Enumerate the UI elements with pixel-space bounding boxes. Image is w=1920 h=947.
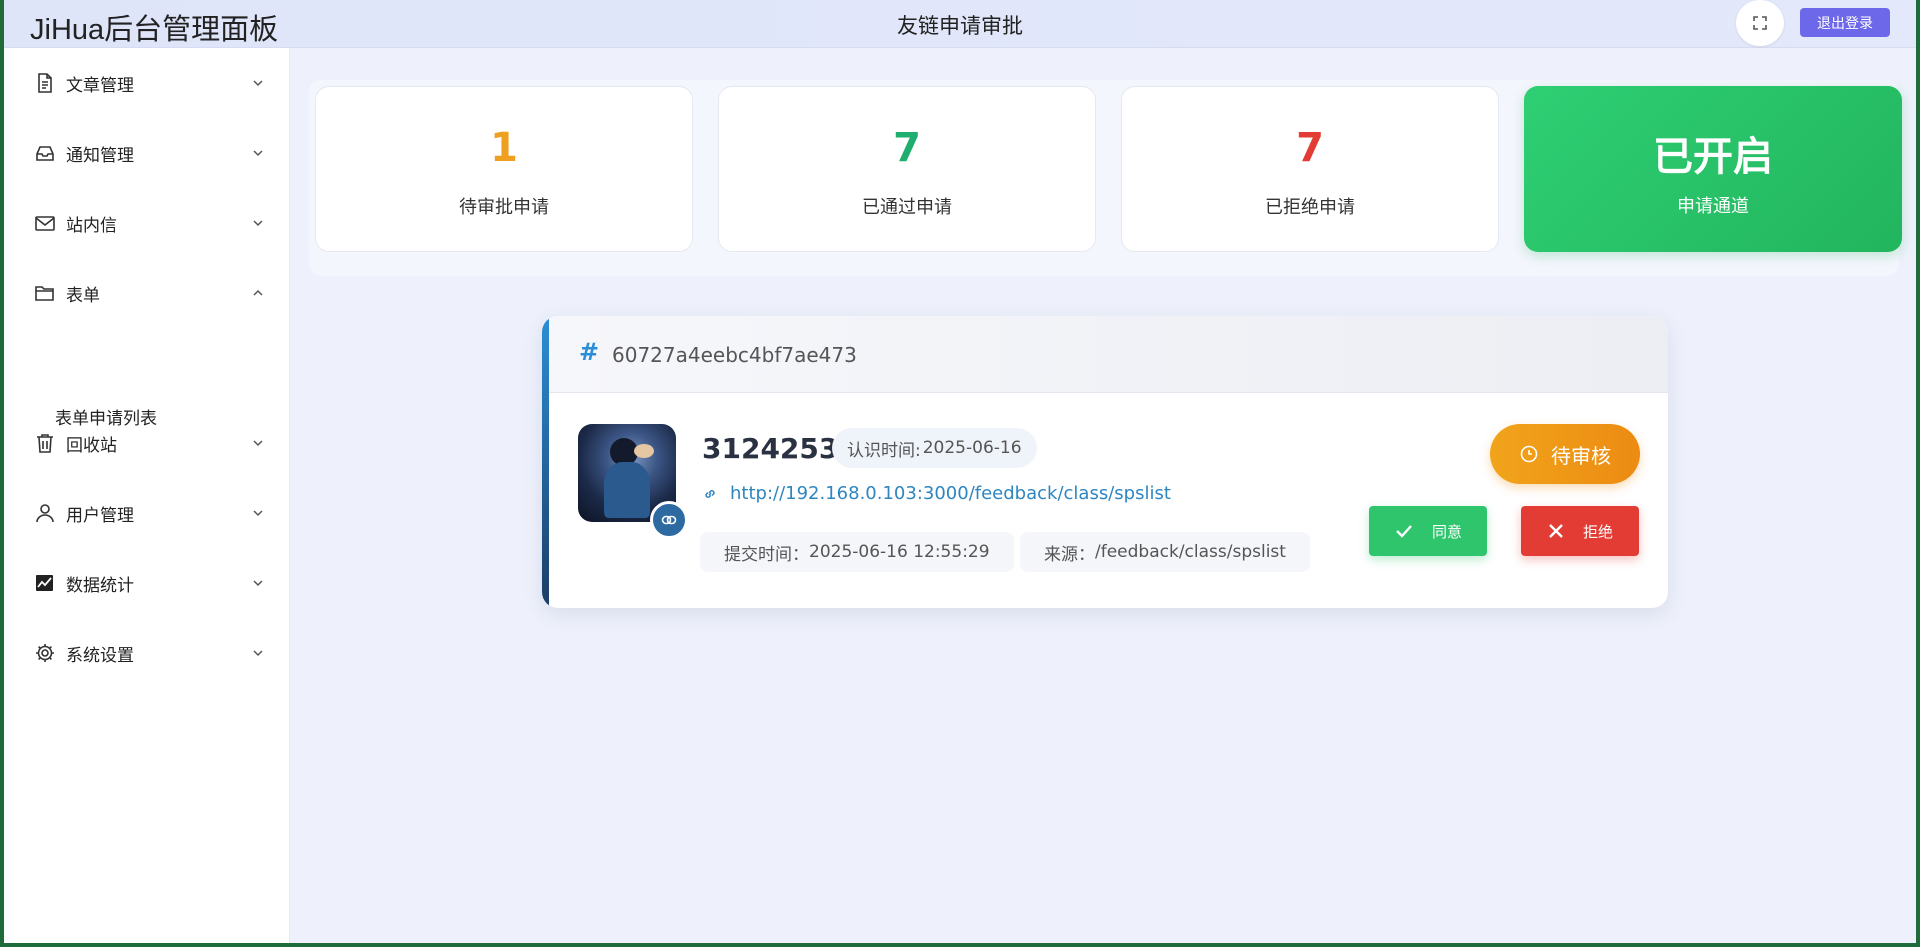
request-card: # 60727a4eebc4bf7ae473 3124253 认识时间: 202… xyxy=(542,316,1668,608)
stat-label: 申请通道 xyxy=(1677,196,1749,217)
site-url: http://192.168.0.103:3000/feedback/class… xyxy=(730,483,1171,504)
known-date-badge: 认识时间: 2025-06-16 xyxy=(832,428,1037,468)
known-date-value: 2025-06-16 xyxy=(922,438,1022,458)
status-label: 待审核 xyxy=(1551,443,1611,468)
sidebar: 文章管理 通知管理 站内信 表单 表单申请列表 回收站 用户管理 数据统计 系统… xyxy=(4,48,290,943)
stat-card-rejected: 7 已拒绝申请 xyxy=(1121,86,1499,252)
stat-card-approved: 7 已通过申请 xyxy=(718,86,1096,252)
check-icon xyxy=(1396,525,1412,538)
chevron-down-icon xyxy=(253,440,263,447)
sidebar-item-label: 通知管理 xyxy=(66,145,134,166)
sidebar-item-settings[interactable]: 系统设置 xyxy=(4,630,290,676)
chevron-down-icon xyxy=(253,80,263,87)
mail-icon xyxy=(35,216,55,231)
sidebar-item-recycle-bin[interactable]: 回收站 xyxy=(4,420,290,466)
chevron-down-icon xyxy=(253,150,263,157)
approve-label: 同意 xyxy=(1431,522,1462,541)
request-card-header: # 60727a4eebc4bf7ae473 xyxy=(549,316,1668,393)
sidebar-item-label: 站内信 xyxy=(66,215,117,236)
inbox-icon xyxy=(36,146,54,161)
user-icon xyxy=(36,504,54,523)
chevron-down-icon xyxy=(253,510,263,517)
folder-icon xyxy=(35,286,54,301)
sidebar-item-messages[interactable]: 站内信 xyxy=(4,200,290,246)
sidebar-item-users[interactable]: 用户管理 xyxy=(4,490,290,536)
sidebar-item-label: 系统设置 xyxy=(66,645,134,666)
sidebar-item-label: 数据统计 xyxy=(66,575,134,596)
clock-icon xyxy=(1520,445,1538,463)
app-window: JiHua后台管理面板 友链申请审批 退出登录 文章管理 通知管理 站内信 表单… xyxy=(4,0,1916,943)
sidebar-item-articles[interactable]: 文章管理 xyxy=(4,60,290,106)
status-pending-badge: 待审核 xyxy=(1490,424,1640,484)
stat-label: 已通过申请 xyxy=(862,197,952,218)
hash-icon: # xyxy=(579,338,600,366)
stat-label: 待审批申请 xyxy=(459,197,549,218)
trash-icon xyxy=(37,434,53,453)
source-label: 来源： xyxy=(1044,544,1095,565)
top-header: JiHua后台管理面板 友链申请审批 退出登录 xyxy=(4,0,1916,48)
chevron-up-icon xyxy=(253,289,263,296)
chevron-down-icon xyxy=(253,650,263,657)
request-id: 60727a4eebc4bf7ae473 xyxy=(612,343,857,367)
stats-panel: 1 待审批申请 7 已通过申请 7 已拒绝申请 已开启 申请通道 xyxy=(309,80,1902,276)
fullscreen-icon xyxy=(1753,16,1767,30)
link-icon xyxy=(661,515,677,525)
stat-value: 7 xyxy=(893,125,921,171)
sidebar-item-label: 用户管理 xyxy=(66,505,134,526)
reject-button[interactable]: 拒绝 xyxy=(1521,506,1639,556)
sidebar-item-forms[interactable]: 表单 xyxy=(4,270,290,316)
stat-value: 已开启 xyxy=(1653,134,1773,180)
chevron-down-icon xyxy=(253,580,263,587)
fullscreen-button[interactable] xyxy=(1736,0,1784,46)
sidebar-item-label: 回收站 xyxy=(66,435,117,456)
logout-button[interactable]: 退出登录 xyxy=(1800,8,1890,37)
stat-label: 已拒绝申请 xyxy=(1265,197,1355,218)
link-badge xyxy=(650,501,688,539)
link-icon xyxy=(705,489,715,498)
known-date-label: 认识时间: xyxy=(847,440,921,461)
stat-value: 1 xyxy=(490,125,518,171)
close-icon xyxy=(1549,524,1563,538)
reject-label: 拒绝 xyxy=(1582,522,1613,541)
sidebar-item-label: 文章管理 xyxy=(66,75,134,96)
submit-time-value: 2025-06-16 12:55:29 xyxy=(809,542,990,562)
gear-icon xyxy=(36,644,54,662)
source-value: /feedback/class/spslist xyxy=(1095,542,1286,562)
approve-button[interactable]: 同意 xyxy=(1369,506,1487,556)
sidebar-item-label: 表单 xyxy=(66,285,100,306)
stat-value: 7 xyxy=(1296,125,1324,171)
submit-time-chip: 提交时间： 2025-06-16 12:55:29 xyxy=(700,532,1014,572)
card-accent-bar xyxy=(542,316,549,608)
chart-icon xyxy=(36,575,53,591)
sidebar-item-statistics[interactable]: 数据统计 xyxy=(4,560,290,606)
source-chip: 来源： /feedback/class/spslist xyxy=(1020,532,1310,572)
document-icon xyxy=(38,73,52,93)
stat-card-pending: 1 待审批申请 xyxy=(315,86,693,252)
page-title: 友链申请审批 xyxy=(897,14,1023,38)
sidebar-item-notifications[interactable]: 通知管理 xyxy=(4,130,290,176)
stat-card-channel-status[interactable]: 已开启 申请通道 xyxy=(1524,86,1902,252)
site-url-link[interactable]: http://192.168.0.103:3000/feedback/class… xyxy=(702,483,1171,504)
chevron-down-icon xyxy=(253,220,263,227)
submit-time-label: 提交时间： xyxy=(724,544,809,565)
applicant-name: 3124253 xyxy=(702,432,839,465)
